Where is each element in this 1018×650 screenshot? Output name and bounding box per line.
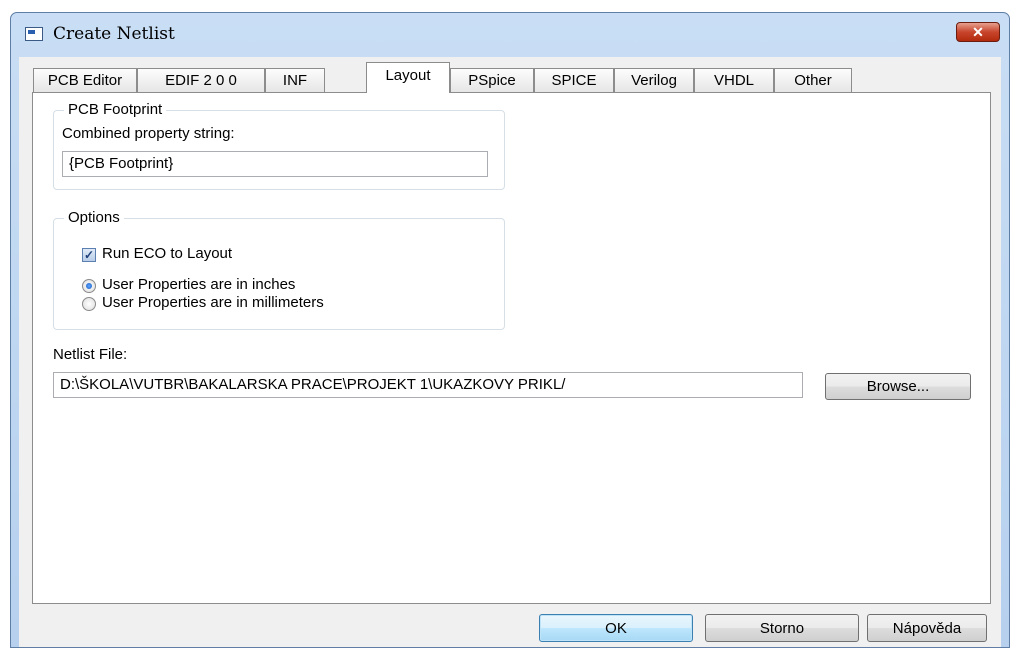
tab-label: PCB Editor (47, 72, 123, 89)
netlist-file-label: Netlist File: (53, 346, 128, 363)
tab-verilog[interactable]: Verilog (614, 68, 694, 92)
combined-property-label: Combined property string: (62, 125, 235, 142)
tab-label: PSpice (468, 72, 516, 89)
tab-pcb-editor[interactable]: PCB Editor (33, 68, 137, 92)
button-label: OK (605, 619, 627, 637)
ok-button[interactable]: OK (539, 614, 693, 642)
create-netlist-dialog: Create Netlist ✕ PCB Editor EDIF 2 0 0 I… (10, 12, 1010, 648)
run-eco-checkbox[interactable]: ✓ (82, 248, 96, 262)
browse-button[interactable]: Browse... (825, 373, 971, 400)
window-title: Create Netlist (53, 24, 175, 44)
inches-label[interactable]: User Properties are in inches (102, 276, 295, 293)
layout-tab-panel: PCB Footprint Combined property string: … (32, 92, 991, 604)
options-group: Options ✓ Run ECO to Layout User Propert… (53, 209, 505, 330)
window-icon (25, 27, 43, 41)
tab-spice[interactable]: SPICE (534, 68, 614, 92)
pcb-footprint-group: PCB Footprint Combined property string: … (53, 101, 505, 190)
tab-pspice[interactable]: PSpice (450, 68, 534, 92)
group-legend: PCB Footprint (64, 101, 167, 118)
netlist-file-input[interactable]: D:\ŠKOLA\VUTBR\BAKALARSKA PRACE\PROJEKT … (53, 372, 803, 398)
combined-property-input[interactable]: {PCB Footprint} (62, 151, 488, 177)
tab-label: Verilog (631, 72, 677, 89)
title-bar[interactable]: Create Netlist ✕ (11, 13, 1009, 57)
tab-label: EDIF 2 0 0 (165, 72, 237, 89)
tab-other[interactable]: Other (774, 68, 852, 92)
tab-label: VHDL (713, 72, 754, 89)
check-mark-icon: ✓ (83, 248, 95, 262)
tab-label: Layout (385, 67, 431, 84)
tab-label: SPICE (551, 72, 597, 89)
inches-radio[interactable] (82, 279, 96, 293)
button-label: Nápověda (892, 619, 962, 637)
tab-label: INF (282, 72, 308, 89)
group-legend: Options (64, 209, 124, 226)
help-button[interactable]: Nápověda (867, 614, 987, 642)
tab-label: Other (794, 72, 832, 89)
tab-layout[interactable]: Layout (366, 62, 450, 93)
button-label: Browse... (866, 378, 930, 395)
tab-inf[interactable]: INF (265, 68, 325, 92)
tab-edif-200[interactable]: EDIF 2 0 0 (137, 68, 265, 92)
millimeters-label[interactable]: User Properties are in millimeters (102, 294, 324, 311)
close-icon: ✕ (972, 23, 984, 40)
tab-vhdl[interactable]: VHDL (694, 68, 774, 92)
button-label: Storno (759, 619, 805, 637)
close-button[interactable]: ✕ (956, 22, 1000, 42)
storno-button[interactable]: Storno (705, 614, 859, 642)
millimeters-radio[interactable] (82, 297, 96, 311)
dialog-client-area: PCB Editor EDIF 2 0 0 INF Layout PSpice … (19, 57, 1001, 647)
run-eco-label[interactable]: Run ECO to Layout (102, 245, 232, 262)
